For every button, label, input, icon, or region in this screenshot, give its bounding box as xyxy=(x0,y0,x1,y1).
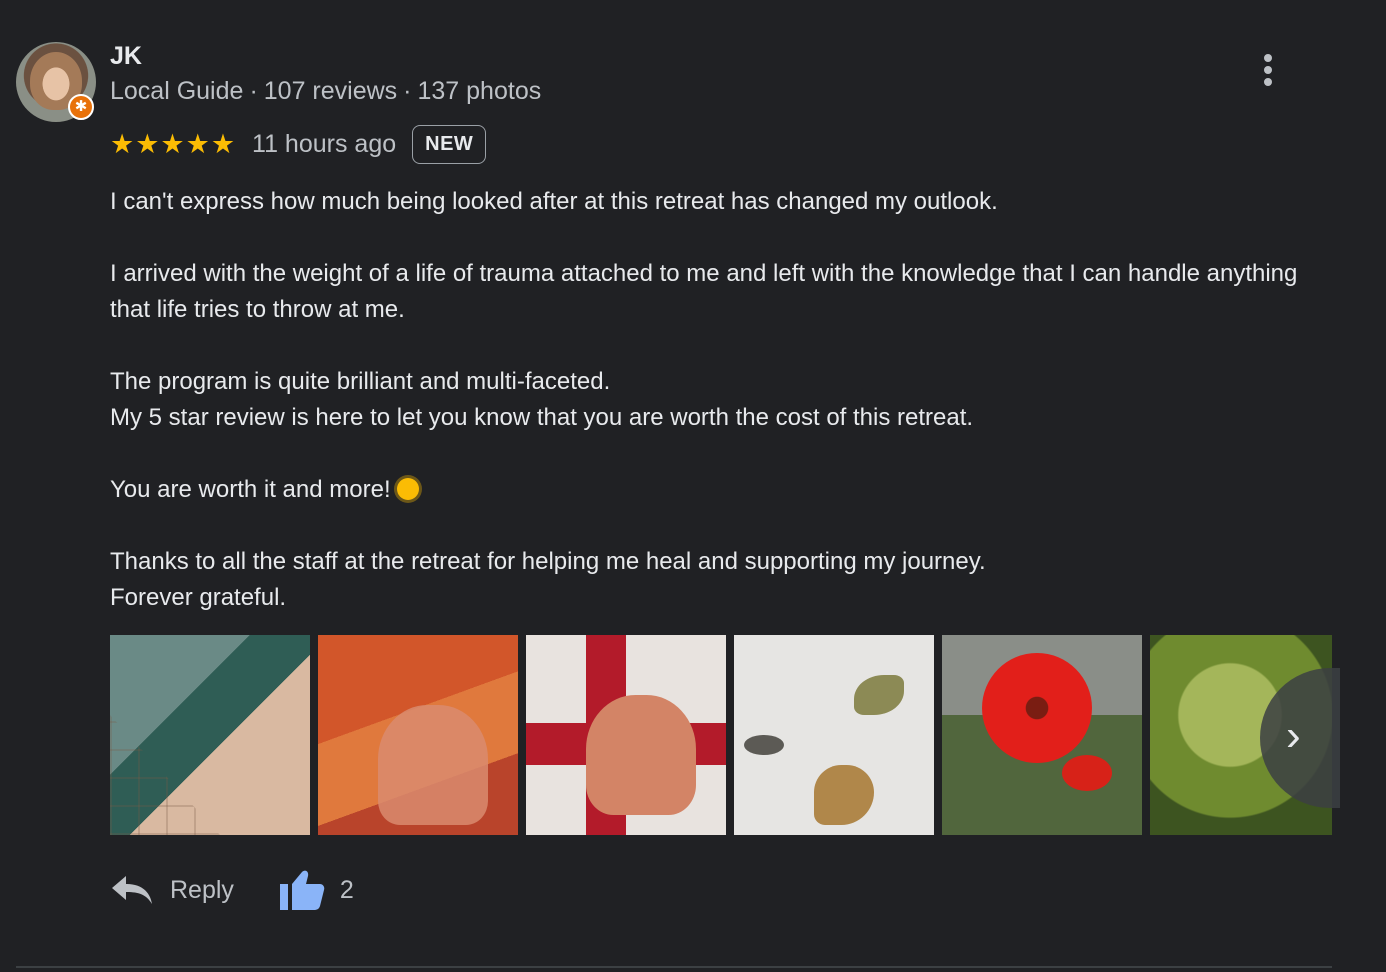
thumbs-up-icon xyxy=(279,870,325,910)
like-button[interactable]: 2 xyxy=(278,868,354,912)
meta-separator: · xyxy=(249,77,258,105)
flower-shape xyxy=(1062,755,1112,791)
review-photos xyxy=(110,635,1332,835)
review-actions: Reply 2 xyxy=(110,862,354,918)
rating-row: ★★★★★ 11 hours ago NEW xyxy=(110,122,487,166)
local-guide-badge-icon: ✱ xyxy=(68,94,94,120)
review-card: ✱ JK Local Guide · 107 reviews · 137 photos … xyxy=(0,0,1386,972)
more-vert-icon xyxy=(1264,54,1272,62)
star-rating: ★★★★★ xyxy=(110,128,237,159)
leaf-shape xyxy=(814,765,874,825)
leaf-shape xyxy=(854,675,904,715)
more-vert-icon xyxy=(1264,78,1272,86)
divider xyxy=(16,966,1332,968)
review-photo-leaf-art[interactable] xyxy=(734,635,934,835)
reply-icon xyxy=(112,876,152,904)
more-options-button[interactable] xyxy=(1248,48,1288,92)
reviewer-name[interactable]: JK xyxy=(110,42,142,71)
review-photo-hand-cross[interactable] xyxy=(526,635,726,835)
review-photo-pool[interactable] xyxy=(110,635,310,835)
reviewer-avatar[interactable]: ✱ xyxy=(16,42,96,122)
more-vert-icon xyxy=(1264,66,1272,74)
new-badge: NEW xyxy=(412,124,487,164)
review-paragraph: I can't express how much being looked af… xyxy=(110,188,998,215)
review-time: 11 hours ago xyxy=(252,129,397,158)
local-guide-label[interactable]: Local Guide xyxy=(110,77,243,105)
review-text: I can't express how much being looked af… xyxy=(110,184,1310,616)
review-photo-red-flower[interactable] xyxy=(942,635,1142,835)
stones-shape xyxy=(744,735,784,755)
like-count: 2 xyxy=(339,875,354,904)
reviewer-meta: Local Guide · 107 reviews · 137 photos xyxy=(110,77,541,106)
review-count: 107 reviews xyxy=(263,77,398,105)
reply-label: Reply xyxy=(170,875,234,904)
review-paragraph-with-emoji: You are worth it and more! xyxy=(110,472,1310,508)
chevron-right-icon: › xyxy=(1286,711,1301,760)
review-paragraph: Thanks to all the staff at the retreat f… xyxy=(110,548,986,611)
review-paragraph: I arrived with the weight of a life of t… xyxy=(110,260,1298,323)
review-paragraph: The program is quite brilliant and multi… xyxy=(110,368,974,431)
reply-button[interactable]: Reply xyxy=(110,872,234,908)
flower-shape xyxy=(982,653,1092,763)
sun-emoji-icon xyxy=(396,478,419,500)
photo-count: 137 photos xyxy=(417,77,542,105)
review-paragraph: You are worth it and more! xyxy=(110,476,391,503)
review-photo-hand-art[interactable] xyxy=(318,635,518,835)
meta-separator: · xyxy=(403,77,412,105)
hand-shape xyxy=(586,695,696,815)
